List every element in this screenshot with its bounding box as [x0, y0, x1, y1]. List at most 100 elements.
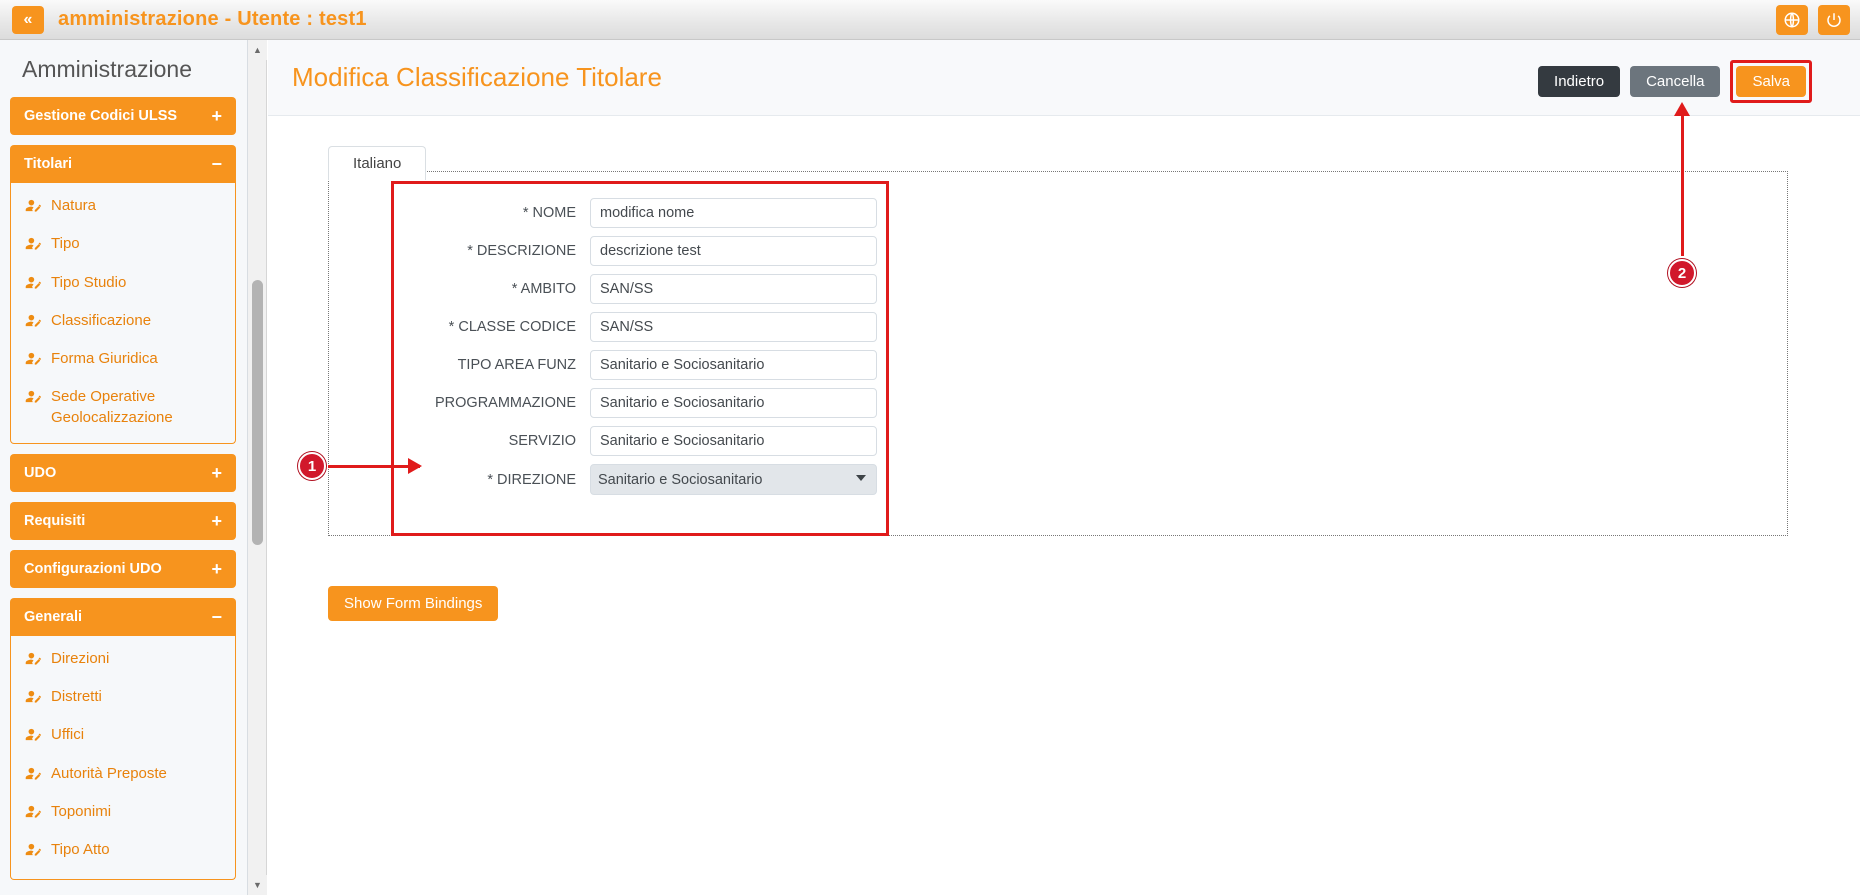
sidebar-item-direzioni[interactable]: Direzioni	[11, 642, 235, 680]
user-edit-icon	[25, 803, 42, 826]
tab-italiano[interactable]: Italiano	[328, 146, 426, 180]
minus-icon[interactable]: −	[211, 155, 222, 173]
sidebar-group-titolari: Titolari − NaturaTipoTipo Studio Classifica…	[10, 145, 236, 444]
globe-icon	[1783, 11, 1801, 29]
form-row: * DIREZIONESanitario e Sociosanitario	[394, 464, 886, 495]
form-field-list: * NOME * DESCRIZIONE * AMBITO * CLASSE CODI…	[394, 198, 886, 495]
form-row: * DESCRIZIONE	[394, 236, 886, 266]
user-edit-icon	[25, 688, 42, 711]
save-button-highlight: Salva	[1730, 60, 1812, 103]
sidebar-item-forma-giuridica[interactable]: Forma Giuridica	[11, 342, 235, 380]
input-servizio[interactable]	[590, 426, 877, 456]
language-button[interactable]	[1776, 5, 1808, 35]
sidebar-group-generali: Generali− Direzioni Distretti Uffici Autorit…	[10, 598, 236, 881]
sidebar-group-header[interactable]: Gestione Codici ULSS+	[10, 97, 236, 135]
sidebar-group-header[interactable]: Generali−	[10, 598, 236, 636]
sidebar-group-body: Direzioni Distretti Uffici Autorità Prepost…	[10, 636, 236, 881]
form-label: PROGRAMMAZIONE	[394, 395, 590, 411]
sidebar-item-label: Sede Operative Geolocalizzazione	[51, 387, 225, 428]
sidebar-heading: Amministrazione	[0, 40, 248, 97]
sidebar-group-header[interactable]: Requisiti +	[10, 502, 236, 540]
user-edit-icon	[25, 350, 42, 373]
sidebar-item-label: Classificazione	[51, 311, 151, 331]
user-edit-icon	[25, 650, 42, 673]
back-button[interactable]: Indietro	[1538, 66, 1620, 97]
annotation-arrow-2	[1681, 116, 1684, 256]
annotation-badge-1: 1	[298, 452, 326, 480]
cancel-button[interactable]: Cancella	[1630, 66, 1720, 97]
scrollbar-thumb[interactable]	[252, 280, 263, 545]
input-descrizione[interactable]	[590, 236, 877, 266]
sidebar-item-label: Autorità Preposte	[51, 764, 167, 784]
sidebar-item-autorit-preposte[interactable]: Autorità Preposte	[11, 757, 235, 795]
plus-icon[interactable]: +	[211, 560, 222, 578]
sidebar-item-label: Direzioni	[51, 649, 109, 669]
sidebar-group-requisiti: Requisiti +	[10, 502, 236, 540]
form-row: PROGRAMMAZIONE	[394, 388, 886, 418]
form-row: * AMBITO	[394, 274, 886, 304]
app-title: amministrazione - Utente : test1	[58, 8, 367, 31]
sidebar-scrollbar[interactable]: ▲ ▼	[248, 40, 267, 895]
sidebar-item-uffici[interactable]: Uffici	[11, 718, 235, 756]
logout-button[interactable]	[1818, 5, 1850, 35]
scroll-up-button[interactable]: ▲	[248, 40, 267, 60]
sidebar-group-label: Configurazioni UDO	[24, 561, 162, 577]
sidebar-item-label: Distretti	[51, 687, 102, 707]
sidebar-item-tipo[interactable]: Tipo	[11, 227, 235, 265]
input-nome[interactable]	[590, 198, 877, 228]
user-edit-icon	[25, 765, 42, 788]
select-wrapper: Sanitario e Sociosanitario	[590, 464, 877, 495]
top-bar-actions	[1776, 5, 1850, 35]
save-button[interactable]: Salva	[1736, 66, 1806, 97]
minus-icon[interactable]: −	[211, 608, 222, 626]
form-label: TIPO AREA FUNZ	[394, 357, 590, 373]
annotation-badge-2: 2	[1668, 259, 1696, 287]
show-form-bindings-button[interactable]: Show Form Bindings	[328, 586, 498, 621]
sidebar-item-tipo-atto[interactable]: Tipo Atto	[11, 833, 235, 871]
user-edit-icon	[25, 841, 42, 864]
sidebar-collapse-button[interactable]: «	[12, 6, 44, 34]
form-row: * NOME	[394, 198, 886, 228]
form-row: * CLASSE CODICE	[394, 312, 886, 342]
sidebar-group-label: Requisiti	[24, 513, 85, 529]
sidebar-item-classificazione[interactable]: Classificazione	[11, 304, 235, 342]
page-title: Modifica Classificazione Titolare	[292, 62, 662, 93]
sidebar-group-header[interactable]: Configurazioni UDO +	[10, 550, 236, 588]
input-tipo-area-funz[interactable]	[590, 350, 877, 380]
sidebar-group-body: NaturaTipoTipo Studio Classificazione Form…	[10, 183, 236, 444]
form-label: SERVIZIO	[394, 433, 590, 449]
sidebar-group-header[interactable]: UDO+	[10, 454, 236, 492]
scroll-down-button[interactable]: ▼	[248, 875, 267, 895]
user-edit-icon	[25, 388, 42, 411]
form-row: SERVIZIO	[394, 426, 886, 456]
sidebar-item-label: Forma Giuridica	[51, 349, 158, 369]
input-programmazione[interactable]	[590, 388, 877, 418]
content-area: Italiano * NOME* DESCRIZIONE* AMBITO* CL…	[268, 116, 1860, 156]
sidebar-item-sede-operative-geolocalizzazione[interactable]: Sede Operative Geolocalizzazione	[11, 380, 235, 435]
sidebar-group-header[interactable]: Titolari −	[10, 145, 236, 183]
form-label: * DIREZIONE	[394, 472, 590, 488]
header-action-buttons: Indietro Cancella Salva	[1538, 60, 1812, 103]
input-ambito[interactable]	[590, 274, 877, 304]
sidebar-item-natura[interactable]: Natura	[11, 189, 235, 227]
form-box: * NOME * DESCRIZIONE * AMBITO * CLASSE CODI…	[391, 181, 889, 536]
sidebar-group-gestione-codici-ulss: Gestione Codici ULSS+	[10, 97, 236, 135]
user-edit-icon	[25, 235, 42, 258]
form-label: * CLASSE CODICE	[394, 319, 590, 335]
select-direzione[interactable]: Sanitario e Sociosanitario	[590, 464, 877, 495]
input-classe-codice[interactable]	[590, 312, 877, 342]
sidebar-group-configurazioni-udo: Configurazioni UDO +	[10, 550, 236, 588]
sidebar: Amministrazione Gestione Codici ULSS+ Tit…	[0, 40, 248, 895]
plus-icon[interactable]: +	[211, 107, 222, 125]
user-edit-icon	[25, 197, 42, 220]
sidebar-item-distretti[interactable]: Distretti	[11, 680, 235, 718]
user-edit-icon	[25, 274, 42, 297]
plus-icon[interactable]: +	[211, 464, 222, 482]
sidebar-item-toponimi[interactable]: Toponimi	[11, 795, 235, 833]
page-header: Modifica Classificazione Titolare Indiet…	[268, 40, 1860, 116]
sidebar-item-tipo-studio[interactable]: Tipo Studio	[11, 266, 235, 304]
plus-icon[interactable]: +	[211, 512, 222, 530]
sidebar-group-label: Titolari	[24, 156, 72, 172]
sidebar-item-label: Uffici	[51, 725, 84, 745]
top-bar: « amministrazione - Utente : test1	[0, 0, 1860, 40]
